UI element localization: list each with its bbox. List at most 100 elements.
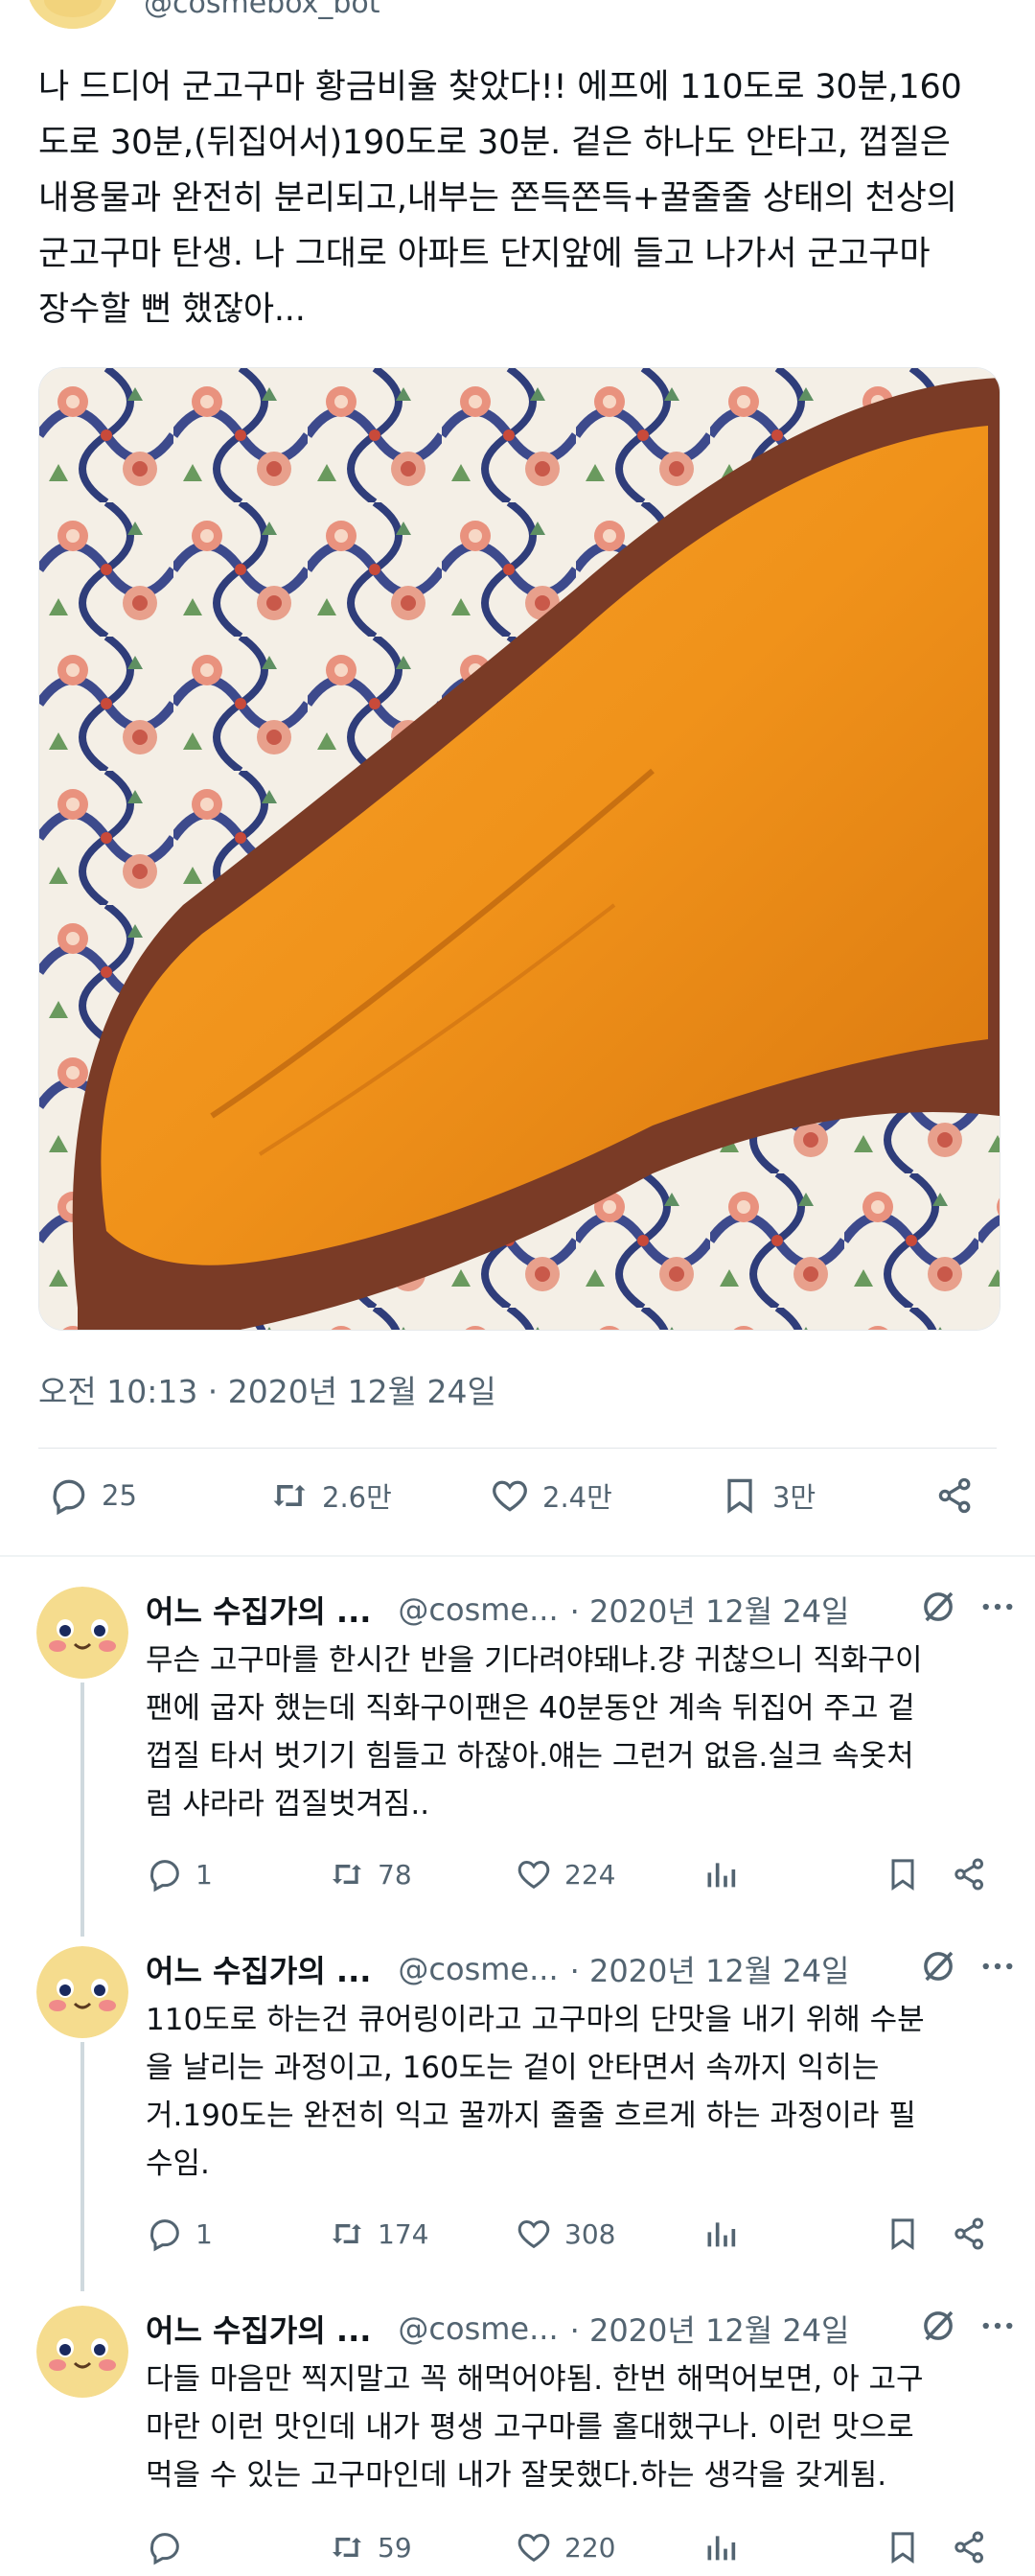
bookmark-button[interactable]: [884, 1845, 933, 1903]
reply-avatar[interactable]: [36, 2306, 128, 2398]
reply-icon: [150, 1860, 179, 1892]
reply-action-bar: 1 174 308: [146, 2205, 1008, 2263]
reply-button[interactable]: 1: [146, 2205, 213, 2263]
share-button[interactable]: [951, 2518, 1000, 2576]
tweet-timestamp[interactable]: 오전 10:13 · 2020년 12월 24일: [38, 1366, 496, 1412]
more-options-icon[interactable]: [978, 1587, 1018, 1627]
share-button[interactable]: [951, 2205, 1000, 2263]
retweet-button[interactable]: 2.6만: [268, 1467, 392, 1524]
reply-text-line: 110도로 하는건 큐어링이라고 고구마의 단맛을 내기 위해 수분: [146, 2003, 925, 2037]
like-button[interactable]: 2.4만: [489, 1467, 612, 1524]
reply-icon: [150, 2219, 179, 2252]
like-count: 308: [564, 2217, 616, 2250]
retweet-icon: [333, 1865, 361, 1884]
reply-action-bar: 59 220: [146, 2518, 1008, 2576]
analytics-icon: [707, 2222, 736, 2247]
share-button[interactable]: [951, 1845, 1000, 1903]
bookmark-button[interactable]: 3만: [719, 1467, 816, 1524]
grok-icon[interactable]: [918, 1587, 958, 1627]
analytics-icon: [707, 1863, 736, 1888]
retweet-count: 2.6만: [322, 1481, 392, 1514]
retweet-icon: [333, 2224, 361, 2243]
reply-button[interactable]: [146, 2518, 196, 2576]
reply-author-name[interactable]: 어느 수집가의 ...: [146, 1588, 371, 1632]
reply-text: 무슨 고구마를 한시간 반을 기다려야돼냐.걍 귀찮으니 직화구이 팬에 굽자 …: [146, 1636, 999, 1828]
author-handle[interactable]: @cosmebox_bot: [144, 0, 380, 20]
reply-button[interactable]: 25: [48, 1467, 137, 1524]
grok-icon[interactable]: [918, 1946, 958, 1986]
reply-text: 다들 마음만 찍지말고 꼭 해먹어야됨. 한번 해먹어보면, 아 고구 마란 이…: [146, 2356, 999, 2499]
reply-date[interactable]: · 2020년 12월 24일: [570, 1947, 850, 1991]
tweet-text-line: 내용물과 완전히 분리되고,내부는 쫀득쫀득+꿀줄줄 상태의 천상의: [38, 179, 957, 218]
tweet-text-line: 나 드디어 군고구마 황금비율 찾았다!! 에프에 110도로 30분,160: [38, 68, 962, 106]
reply-button[interactable]: 1: [146, 1845, 213, 1903]
like-button[interactable]: 220: [515, 2518, 615, 2576]
share-button[interactable]: [934, 1467, 988, 1524]
share-icon: [954, 1858, 983, 1891]
reply-header: 어느 수집가의 ... @cosme... · 2020년 12월 24일: [146, 1589, 1008, 1631]
bookmark-count: 3만: [772, 1481, 816, 1514]
heart-icon: [518, 2533, 550, 2563]
reply-count: 25: [102, 1479, 137, 1512]
reply-tweet[interactable]: 어느 수집가의 ... @cosme... · 2020년 12월 24일 다들…: [0, 2306, 1035, 2570]
reply-action-bar: 1 78 224: [146, 1845, 1008, 1903]
like-count: 2.4만: [542, 1481, 612, 1514]
heart-icon: [493, 1480, 527, 1512]
share-icon: [954, 2531, 983, 2564]
section-divider: [0, 1555, 1035, 1557]
views-button[interactable]: [702, 2205, 751, 2263]
reply-avatar[interactable]: [36, 1587, 128, 1679]
tweet-text-line: 장수할 뻔 했잖아...: [38, 290, 306, 329]
retweet-count: 59: [378, 2531, 412, 2564]
like-count: 220: [564, 2531, 616, 2564]
more-options-icon[interactable]: [978, 2306, 1018, 2346]
reply-date[interactable]: · 2020년 12월 24일: [570, 1588, 850, 1632]
heart-icon: [518, 2219, 550, 2249]
character-avatar-icon: [36, 1946, 128, 2038]
reply-avatar[interactable]: [36, 1946, 128, 2038]
reply-header: 어느 수집가의 ... @cosme... · 2020년 12월 24일: [146, 2308, 1008, 2350]
reply-text-line: 껍질 타서 벗기기 힘들고 하잖아.얘는 그런거 없음.실크 속옷처: [146, 1739, 914, 1774]
character-avatar-icon: [36, 1587, 128, 1679]
reply-author-name[interactable]: 어느 수집가의 ...: [146, 2307, 371, 2351]
reply-author-handle[interactable]: @cosme...: [398, 1951, 558, 1987]
reply-date[interactable]: · 2020년 12월 24일: [570, 2307, 850, 2351]
reply-tweet[interactable]: 어느 수집가의 ... @cosme... · 2020년 12월 24일 무슨…: [0, 1587, 1035, 1922]
reply-author-name[interactable]: 어느 수집가의 ...: [146, 1947, 371, 1991]
retweet-button[interactable]: 174: [328, 2205, 428, 2263]
like-button[interactable]: 308: [515, 2205, 615, 2263]
reply-header: 어느 수집가의 ... @cosme... · 2020년 12월 24일: [146, 1948, 1008, 1990]
bookmark-button[interactable]: [884, 2518, 933, 2576]
character-avatar-icon: [36, 2306, 128, 2398]
more-options-icon[interactable]: [978, 1946, 1018, 1986]
bookmark-icon: [727, 1478, 752, 1514]
retweet-count: 174: [378, 2217, 429, 2250]
bookmark-icon: [891, 2532, 914, 2564]
tweet-photo[interactable]: [38, 367, 1000, 1331]
retweet-button[interactable]: 59: [328, 2518, 412, 2576]
reply-text-line: 다들 마음만 찍지말고 꼭 해먹어야됨. 한번 해먹어보면, 아 고구: [146, 2362, 924, 2397]
reply-text: 110도로 하는건 큐어링이라고 고구마의 단맛을 내기 위해 수분 을 날리는…: [146, 1996, 999, 2188]
author-avatar[interactable]: [27, 0, 119, 29]
bookmark-icon: [891, 2218, 914, 2251]
share-icon: [938, 1477, 971, 1514]
reply-author-handle[interactable]: @cosme...: [398, 1591, 558, 1628]
tweet-text-line: 도로 30분,(뒤집어서)190도로 30분. 겉은 하나도 안타고, 껍질은: [38, 124, 951, 162]
reply-author-handle[interactable]: @cosme...: [398, 2310, 558, 2347]
reply-icon: [53, 1479, 85, 1516]
reply-count: 1: [196, 2217, 213, 2250]
retweet-count: 78: [378, 1858, 412, 1891]
sweet-potato-image: [39, 368, 1000, 1330]
retweet-button[interactable]: 78: [328, 1845, 412, 1903]
tweet-action-bar: 25 2.6만 2.4만 3만: [38, 1448, 997, 1553]
views-button[interactable]: [702, 1845, 751, 1903]
like-button[interactable]: 224: [515, 1845, 615, 1903]
reply-text-line: 거.190도는 완전히 익고 꿀까지 줄줄 흐르게 하는 과정이라 필: [146, 2099, 916, 2133]
bookmark-button[interactable]: [884, 2205, 933, 2263]
reply-text-line: 먹을 수 있는 고구마인데 내가 잘못했다.하는 생각을 갖게됨.: [146, 2458, 887, 2493]
reply-tweet[interactable]: 어느 수집가의 ... @cosme... · 2020년 12월 24일 11…: [0, 1946, 1035, 2282]
reply-text-line: 무슨 고구마를 한시간 반을 기다려야돼냐.걍 귀찮으니 직화구이: [146, 1643, 923, 1678]
reply-text-line: 팬에 굽자 했는데 직화구이팬은 40분동안 계속 뒤집어 주고 겉: [146, 1691, 915, 1726]
grok-icon[interactable]: [918, 2306, 958, 2346]
views-button[interactable]: [702, 2518, 751, 2576]
